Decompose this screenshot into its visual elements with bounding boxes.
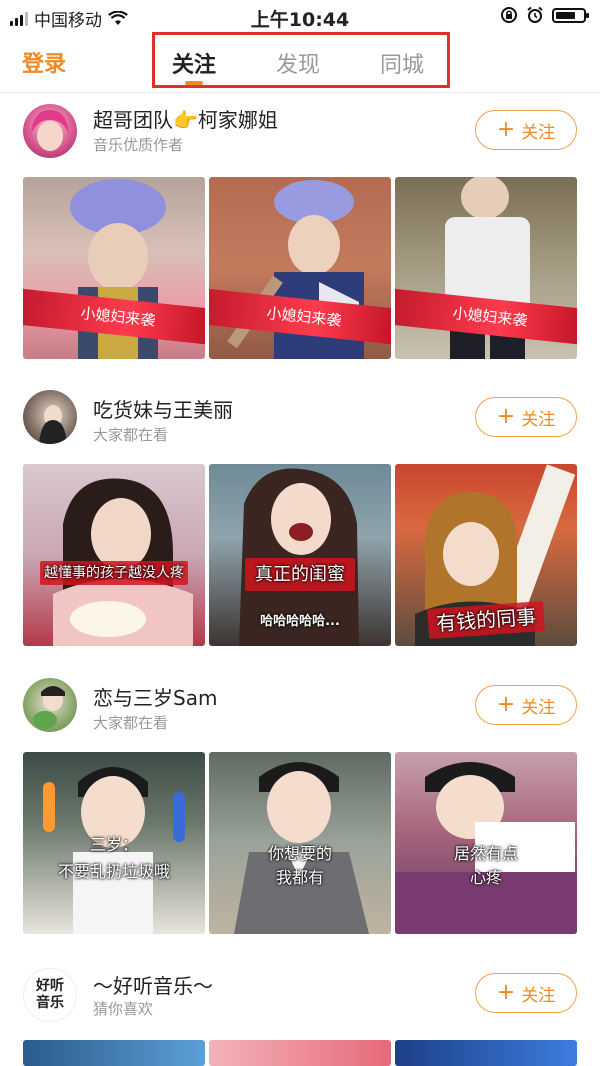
tab-discover[interactable]: 发现 — [276, 47, 320, 79]
thumb-subcaption: 不要乱扔垃圾哦 — [57, 862, 170, 881]
follow-button[interactable]: + 关注 — [475, 685, 577, 725]
author-subtitle: 大家都在看 — [93, 426, 169, 444]
avatar[interactable] — [23, 104, 77, 158]
avatar-face-icon — [31, 110, 69, 151]
tab-nearby[interactable]: 同城 — [380, 47, 424, 79]
video-thumbnail[interactable]: 真正的闺蜜 哈哈哈哈哈... — [209, 464, 391, 646]
status-right — [500, 6, 589, 24]
feed-card: 恋与三岁Sam 大家都在看 + 关注 三岁： 不要乱扔垃圾哦 你想要的 我都有 — [0, 660, 600, 950]
top-nav: 登录 关注 发现 同城 — [0, 32, 600, 93]
thumb-caption: 你想要的 — [267, 844, 332, 863]
video-thumbnail[interactable]: 小媳妇来袭 — [395, 177, 577, 359]
author-name[interactable]: 恋与三岁Sam — [93, 682, 217, 711]
avatar-face-icon — [33, 686, 65, 729]
thumb-caption: 真正的闺蜜 — [209, 558, 391, 591]
follow-label: 关注 — [521, 697, 556, 718]
video-thumbnail[interactable]: 居然有点 心疼 — [395, 752, 577, 934]
feed-card: 好听 音乐 ～好听音乐～ 猜你喜欢 + 关注 — [0, 950, 600, 1066]
follow-label: 关注 — [521, 122, 556, 143]
girl-figure-icon — [53, 478, 193, 646]
video-thumbnail[interactable]: 有钱的同事 — [395, 464, 577, 646]
follow-label: 关注 — [521, 985, 556, 1006]
author-subtitle: 大家都在看 — [93, 714, 169, 732]
alarm-icon — [527, 6, 543, 23]
avatar-text-top: 好听 — [36, 978, 64, 994]
avatar-face-icon — [39, 405, 67, 444]
plus-icon: + — [496, 117, 516, 142]
plus-icon: + — [496, 404, 516, 429]
avatar[interactable] — [23, 390, 77, 444]
avatar-text-bottom: 音乐 — [36, 995, 64, 1011]
plus-icon: + — [496, 692, 516, 717]
author-name[interactable]: ～好听音乐～ — [93, 970, 213, 999]
active-tab-indicator — [185, 81, 203, 85]
thumb-caption: 居然有点 — [453, 844, 518, 863]
author-subtitle: 音乐优质作者 — [93, 136, 184, 154]
thumb-subcaption: 哈哈哈哈哈... — [260, 614, 340, 629]
avatar[interactable]: 好听 音乐 — [23, 968, 77, 1022]
follow-button[interactable]: + 关注 — [475, 397, 577, 437]
tab-follow[interactable]: 关注 — [172, 47, 216, 79]
video-thumbnail[interactable] — [395, 1040, 577, 1066]
status-bar: 中国移动 上午10:44 — [0, 0, 600, 32]
author-name[interactable]: 超哥团队👉柯家娜姐 — [93, 104, 278, 133]
video-thumbnail[interactable] — [209, 1040, 391, 1066]
follow-button[interactable]: + 关注 — [475, 110, 577, 150]
feed-card: 吃货妹与王美丽 大家都在看 + 关注 越懂事的孩子越没人疼 真正的闺蜜 哈哈哈哈… — [0, 372, 600, 660]
video-thumbnail[interactable]: 小媳妇来袭 — [23, 177, 205, 359]
battery-icon — [552, 7, 589, 23]
thumb-subcaption: 心疼 — [469, 868, 502, 887]
follow-label: 关注 — [521, 409, 556, 430]
tabs-highlight-box: 关注 发现 同城 — [152, 32, 450, 88]
author-name[interactable]: 吃货妹与王美丽 — [93, 394, 233, 423]
video-thumbnail[interactable] — [23, 1040, 205, 1066]
feed-card: 超哥团队👉柯家娜姐 音乐优质作者 + 关注 小媳妇来袭 小媳妇来袭 小媳妇来袭 — [0, 92, 600, 372]
thumb-caption: 三岁： — [89, 835, 138, 854]
video-thumbnail[interactable]: 越懂事的孩子越没人疼 — [23, 464, 205, 646]
follow-button[interactable]: + 关注 — [475, 973, 577, 1013]
author-subtitle: 猜你喜欢 — [93, 1000, 154, 1018]
thumb-caption: 越懂事的孩子越没人疼 — [23, 561, 205, 585]
plus-icon: + — [496, 980, 516, 1005]
thumb-subcaption: 我都有 — [275, 868, 324, 887]
login-button[interactable]: 登录 — [22, 46, 66, 78]
video-thumbnail[interactable]: 你想要的 我都有 — [209, 752, 391, 934]
video-thumbnail[interactable]: 小媳妇来袭 — [209, 177, 391, 359]
rotation-lock-icon — [501, 7, 517, 23]
video-thumbnail[interactable]: 三岁： 不要乱扔垃圾哦 — [23, 752, 205, 934]
avatar[interactable] — [23, 678, 77, 732]
